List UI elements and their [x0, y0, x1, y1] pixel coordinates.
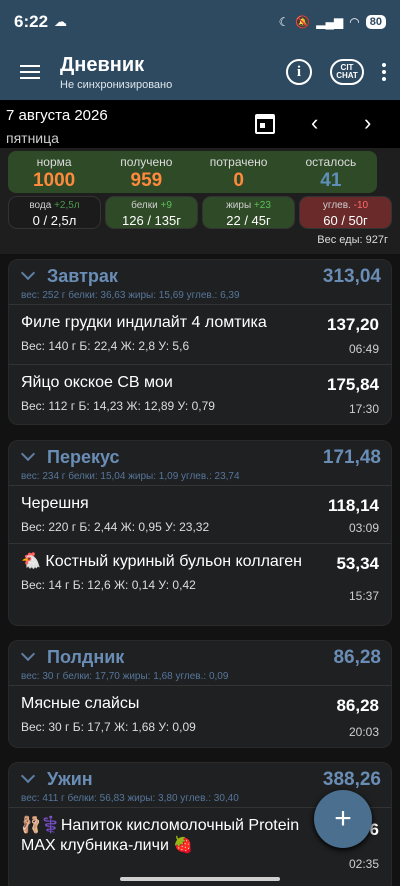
meal-name: Полдник — [47, 647, 125, 667]
signal-icon: ▂▄▆ — [316, 15, 344, 29]
mute-icon: 🔕 — [295, 15, 311, 29]
food-kcal: 118,14 — [327, 496, 379, 515]
food-time: 03:09 — [348, 521, 379, 535]
food-item[interactable]: Яйцо окское СВ мои Вес: 112 г Б: 14,23 Ж… — [9, 364, 391, 424]
food-item[interactable]: Мясные слайсы Вес: 30 г Б: 17,7 Ж: 1,68 … — [9, 685, 391, 747]
food-kcal: 86,28 — [336, 696, 379, 715]
meal-name: Ужин — [47, 769, 93, 789]
fat-delta: +23 — [253, 200, 271, 211]
info-icon[interactable]: i — [286, 59, 312, 85]
food-time: 20:03 — [348, 725, 379, 739]
protein-label: белки — [131, 200, 158, 211]
status-time: 6:22 — [14, 12, 49, 31]
food-name: Черешня — [21, 495, 89, 512]
left-label: осталось — [305, 155, 357, 169]
chevron-down-icon — [20, 446, 36, 462]
meal-header[interactable]: Полдник 86,28 вес: 30 г белки: 17,70 жир… — [9, 641, 391, 685]
food-details: Вес: 140 г Б: 22,4 Ж: 2,8 У: 5,6 — [21, 339, 190, 353]
food-time: 02:35 — [348, 857, 379, 871]
date-bar: 7 августа 2026 пятница ‹ › — [0, 100, 400, 148]
norma-label: норма — [36, 155, 72, 169]
chevron-down-icon — [20, 646, 36, 662]
date-label: 7 августа 2026 — [6, 107, 108, 124]
weekday-label: пятница — [6, 130, 59, 146]
carbs-chip[interactable]: углев. -10 60 / 50г — [299, 196, 392, 229]
carbs-label: углев. — [322, 200, 351, 211]
fat-value: 22 / 45г — [226, 213, 271, 228]
spent-label: потрачено — [209, 155, 268, 169]
chevron-down-icon — [20, 768, 36, 784]
meal-name: Перекус — [47, 447, 120, 467]
cloud-icon: ☁ — [54, 14, 68, 29]
battery-icon: 80 — [365, 15, 386, 29]
moon-icon: ☾ — [278, 15, 290, 29]
food-details: Вес: 30 г Б: 17,7 Ж: 1,68 У: 0,09 — [21, 720, 196, 734]
food-name: Яйцо окское СВ мои — [21, 374, 173, 391]
food-item[interactable]: Черешня Вес: 220 г Б: 2,44 Ж: 0,95 У: 23… — [9, 485, 391, 543]
food-weight: Вес еды: 927г — [317, 234, 388, 246]
meal-card-snack: Перекус 171,48 вес: 234 г белки: 15,04 ж… — [8, 440, 392, 626]
menu-icon[interactable] — [0, 61, 60, 83]
food-details: Вес: 14 г Б: 12,6 Ж: 0,14 У: 0,42 — [21, 578, 196, 592]
water-label: вода — [29, 200, 52, 211]
app-bar: Дневник Не синхронизировано i CIT CHAT — [0, 44, 400, 100]
meal-total: 313,04 — [322, 266, 381, 287]
water-value: 0 / 2,5л — [32, 213, 77, 228]
chat-line2: CHAT — [336, 71, 358, 80]
protein-value: 126 / 135г — [122, 213, 181, 228]
food-kcal: 53,34 — [336, 554, 379, 573]
water-delta: +2,5л — [54, 200, 80, 211]
food-kcal: 137,20 — [327, 315, 379, 334]
food-details: Вес: 220 г Б: 2,44 Ж: 0,95 У: 23,32 — [21, 520, 210, 534]
spent-value: 0 — [233, 170, 244, 191]
food-name: Мясные слайсы — [21, 695, 140, 712]
meal-stats: вес: 234 г белки: 15,04 жиры: 1,09 углев… — [21, 471, 240, 482]
left-value: 41 — [320, 170, 342, 191]
home-indicator[interactable] — [120, 877, 280, 881]
meal-header[interactable]: Завтрак 313,04 вес: 252 г белки: 36,63 ж… — [9, 260, 391, 304]
prev-day-icon[interactable]: ‹ — [311, 110, 318, 136]
water-chip[interactable]: вода +2,5л 0 / 2,5л — [8, 196, 101, 229]
meal-card-breakfast: Завтрак 313,04 вес: 252 г белки: 36,63 ж… — [8, 259, 392, 425]
add-food-button[interactable]: + — [314, 790, 372, 848]
carbs-delta: -10 — [353, 200, 369, 211]
chevron-down-icon — [20, 265, 36, 281]
wifi-icon: ◠ — [349, 15, 360, 29]
sync-status: Не синхронизировано — [60, 78, 173, 91]
food-time: 15:37 — [348, 589, 379, 603]
page-title: Дневник — [60, 53, 145, 76]
chat-icon[interactable]: CIT CHAT — [330, 59, 364, 85]
food-name: 🐔 Костный куриный бульон коллаген — [21, 553, 303, 570]
carbs-value: 60 / 50г — [323, 213, 368, 228]
protein-delta: +9 — [160, 200, 172, 211]
food-item[interactable]: Филе грудки индилайт 4 ломтика Вес: 140 … — [9, 304, 391, 364]
food-item[interactable]: 🐔 Костный куриный бульон коллаген Вес: 1… — [9, 543, 391, 625]
meal-stats: вес: 30 г белки: 17,70 жиры: 1,68 углев.… — [21, 671, 229, 682]
received-label: получено — [120, 155, 173, 169]
food-time: 17:30 — [348, 402, 379, 416]
received-value: 959 — [130, 170, 163, 191]
meal-stats: вес: 411 г белки: 56,83 жиры: 3,80 углев… — [21, 793, 239, 804]
fat-chip[interactable]: жиры +23 22 / 45г — [202, 196, 295, 229]
meal-name: Завтрак — [47, 266, 118, 286]
food-details: Вес: 112 г Б: 14,23 Ж: 12,89 У: 0,79 — [21, 399, 215, 413]
meal-total: 388,26 — [322, 769, 381, 790]
next-day-icon[interactable]: › — [364, 110, 371, 136]
meal-total: 171,48 — [322, 447, 381, 468]
meal-card-poldnik: Полдник 86,28 вес: 30 г белки: 17,70 жир… — [8, 640, 392, 748]
norma-value: 1000 — [32, 170, 76, 191]
meal-total: 86,28 — [333, 647, 381, 668]
more-options-icon[interactable] — [382, 63, 386, 81]
protein-chip[interactable]: белки +9 126 / 135г — [105, 196, 198, 229]
food-kcal: 175,84 — [327, 375, 379, 394]
meal-stats: вес: 252 г белки: 36,63 жиры: 15,69 угле… — [21, 290, 240, 301]
daily-summary: норма 1000 получено 959 потрачено 0 осталос… — [0, 148, 400, 254]
meal-header[interactable]: Перекус 171,48 вес: 234 г белки: 15,04 ж… — [9, 441, 391, 485]
food-time: 06:49 — [348, 342, 379, 356]
calendar-icon[interactable] — [255, 114, 275, 134]
calorie-summary: норма 1000 получено 959 потрачено 0 осталос… — [8, 151, 377, 193]
status-bar: 6:22 ☁ ☾ 🔕 ▂▄▆ ◠ 80 — [0, 0, 400, 44]
fat-label: жиры — [226, 200, 252, 211]
food-name: Филе грудки индилайт 4 ломтика — [21, 314, 267, 331]
